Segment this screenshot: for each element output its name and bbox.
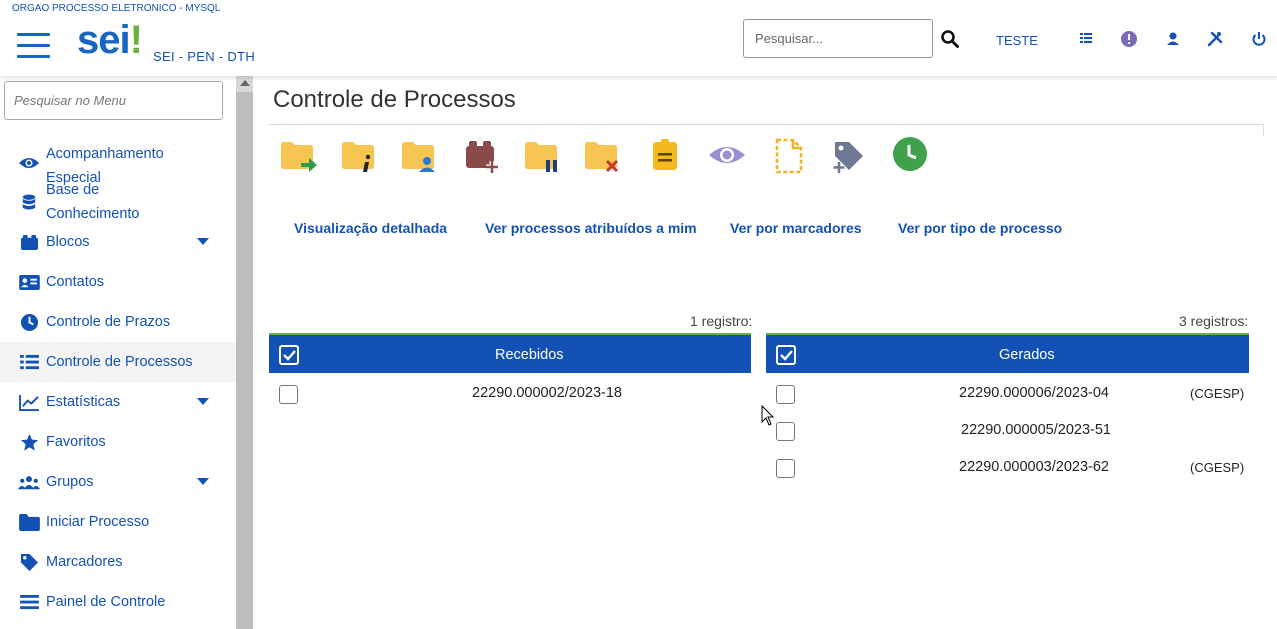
scroll-up-arrow-icon[interactable]: [240, 80, 250, 86]
sidebar-item-favoritos[interactable]: Favoritos: [0, 422, 236, 462]
users-icon: [18, 471, 40, 493]
assign-process-icon[interactable]: [400, 136, 440, 176]
sidebar-item-estatisticas[interactable]: Estatísticas: [0, 382, 236, 422]
generated-table-header: Gerados: [766, 333, 1249, 373]
list-icon: [18, 351, 40, 373]
tag-icon: [18, 551, 40, 573]
sidebar-item-painel-controle[interactable]: Painel de Controle: [0, 582, 236, 622]
sidebar-item-controle-prazos[interactable]: Controle de Prazos: [0, 302, 236, 342]
by-process-type-link[interactable]: Ver por tipo de processo: [898, 220, 1062, 236]
sidebar-item-label: Favoritos: [46, 434, 106, 450]
add-to-block-icon[interactable]: [463, 136, 503, 176]
system-name: SEI - PEN - DTH: [153, 49, 256, 64]
sidebar-item-label: Blocos: [46, 234, 90, 250]
new-document-icon[interactable]: [769, 136, 809, 176]
sidebar-item-base-conhecimento[interactable]: Base de Conhecimento: [0, 182, 236, 222]
main-content: Controle de Processos Visualização detal…: [253, 76, 1277, 629]
select-all-received-checkbox[interactable]: [279, 345, 299, 365]
sidebar-item-controle-processos[interactable]: Controle de Processos: [0, 342, 236, 382]
sidebar-item-contatos[interactable]: Contatos: [0, 262, 236, 302]
search-icon[interactable]: [940, 29, 960, 49]
generated-count: 3 registros:: [1179, 313, 1249, 329]
sidebar-item-label: Base de Conhecimento: [46, 182, 140, 222]
chevron-down-icon[interactable]: [197, 478, 209, 485]
sidebar-item-marcadores[interactable]: Marcadores: [0, 542, 236, 582]
info-exclamation-icon[interactable]: [1120, 30, 1138, 48]
scroll-thumb[interactable]: [236, 92, 253, 629]
top-header: ORGAO PROCESSO ELETRONICO - MYSQL sei! S…: [0, 0, 1277, 76]
process-link[interactable]: 22290.000002/2023-18: [472, 385, 622, 401]
received-header-label: Recebidos: [495, 347, 564, 363]
generated-row-checkbox[interactable]: [776, 422, 795, 441]
control-deadline-icon[interactable]: [890, 136, 930, 176]
user-icon[interactable]: [1164, 30, 1182, 48]
eye-icon: [18, 152, 40, 174]
mark-as-unread-icon[interactable]: [707, 136, 747, 176]
chevron-down-icon[interactable]: [197, 398, 209, 405]
sidebar-item-label: Estatísticas: [46, 394, 121, 410]
panel-icon: [18, 591, 40, 613]
contact-card-icon: [18, 271, 40, 293]
process-unit: (CGESP): [1190, 460, 1245, 475]
title-divider-end: [1263, 124, 1264, 136]
database-icon: [18, 191, 40, 213]
blocks-icon: [18, 231, 40, 253]
assigned-to-me-link[interactable]: Ver processos atribuídos a mim: [485, 220, 697, 236]
received-count: 1 registro:: [690, 313, 753, 329]
chevron-down-icon[interactable]: [197, 238, 209, 245]
clock-icon: [18, 311, 40, 333]
sidebar-item-iniciar-processo[interactable]: Iniciar Processo: [0, 502, 236, 542]
received-table-header: Recebidos: [269, 333, 751, 373]
detailed-view-link[interactable]: Visualização detalhada: [294, 220, 447, 236]
process-unit: (CGESP): [1190, 386, 1245, 401]
sidebar-item-blocos[interactable]: Blocos: [0, 222, 236, 262]
sidebar-item-label: Grupos: [46, 474, 94, 490]
sei-logo[interactable]: sei!: [77, 20, 143, 60]
org-title: ORGAO PROCESSO ELETRONICO - MYSQL: [12, 3, 221, 14]
sidebar-item-grupos[interactable]: Grupos: [0, 462, 236, 502]
sidebar-item-label: Iniciar Processo: [46, 514, 150, 530]
sidebar-scrollbar[interactable]: [236, 76, 253, 629]
select-all-generated-checkbox[interactable]: [776, 345, 796, 365]
menu-list: Acompanhamento Especial Base de Conhecim…: [0, 142, 236, 622]
sidebar-item-label: Painel de Controle: [46, 594, 166, 610]
annotation-icon[interactable]: [645, 136, 685, 176]
add-marker-icon[interactable]: [829, 136, 869, 176]
menu-search-input[interactable]: [4, 81, 223, 120]
by-markers-link[interactable]: Ver por marcadores: [730, 220, 862, 236]
process-link[interactable]: 22290.000006/2023-04: [959, 385, 1109, 401]
generated-header-label: Gerados: [999, 347, 1055, 363]
sidebar-menu: Acompanhamento Especial Base de Conhecim…: [0, 76, 236, 629]
sidebar-item-label: Controle de Processos: [46, 354, 193, 370]
folder-icon: [18, 511, 40, 533]
sidebar-item-label: Marcadores: [46, 554, 123, 570]
close-process-icon[interactable]: [583, 136, 623, 176]
sidebar-item-label: Contatos: [46, 274, 105, 290]
mouse-cursor-icon: [761, 404, 775, 427]
title-divider: [269, 124, 1264, 125]
tools-icon[interactable]: [1206, 30, 1224, 48]
received-row-checkbox[interactable]: [279, 385, 298, 404]
process-info-icon[interactable]: [340, 136, 380, 176]
sidebar-item-label: Controle de Prazos: [46, 314, 171, 330]
chart-line-icon: [18, 391, 40, 413]
generated-row-checkbox[interactable]: [776, 459, 795, 478]
generated-row-checkbox[interactable]: [776, 385, 795, 404]
search-input[interactable]: [743, 19, 933, 58]
unit-selector[interactable]: TESTE: [996, 33, 1038, 48]
process-link[interactable]: 22290.000005/2023-51: [961, 422, 1111, 438]
menu-toggle-icon[interactable]: [17, 33, 50, 60]
star-icon: [18, 431, 40, 453]
page-title: Controle de Processos: [273, 86, 516, 113]
send-process-icon[interactable]: [279, 136, 319, 176]
suspend-process-icon[interactable]: [523, 136, 563, 176]
process-link[interactable]: 22290.000003/2023-62: [959, 459, 1109, 475]
power-icon[interactable]: [1250, 30, 1268, 48]
grid-list-icon[interactable]: [1077, 30, 1095, 48]
